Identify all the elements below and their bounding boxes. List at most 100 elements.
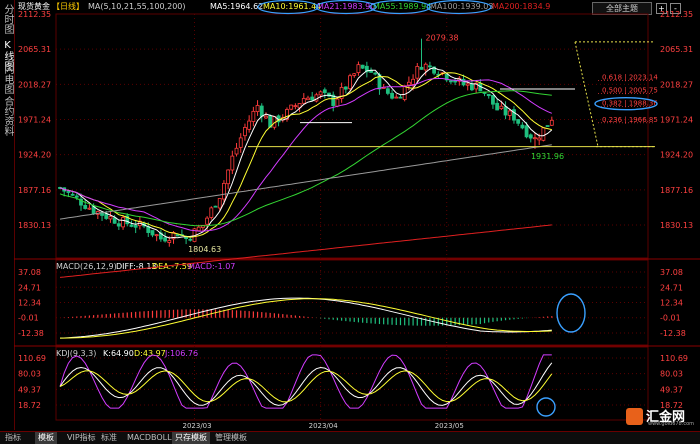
candle-down — [259, 105, 264, 117]
fib-level-label: 0.236 | 1966.85 — [602, 116, 658, 124]
price-axis-label-right: 1830.13 — [660, 221, 693, 230]
price-axis-label-left: 2065.31 — [18, 45, 51, 54]
kline-window: 分时图 K线图 闪电图 合约资料 现货黄金 【日线】 MA(5,10,21,55… — [0, 0, 700, 444]
macd-axis-label-right: -0.01 — [660, 314, 681, 323]
chart-canvas[interactable]: 0.618 | 2023.14 0.500 | 2005.75 0.382 | 19… — [0, 0, 700, 431]
kdj-axis-label-left: 18.72 — [18, 401, 41, 410]
candle-up — [541, 127, 546, 141]
candle-down — [427, 65, 432, 68]
candle-down — [516, 119, 521, 124]
candle-up — [465, 83, 470, 86]
recent-low-label: 1931.96 — [531, 152, 564, 161]
candle-down — [524, 125, 529, 138]
candle-up — [205, 217, 210, 225]
candle-up — [264, 115, 268, 119]
price-axis-label-left: 2018.27 — [18, 80, 51, 89]
candle-down — [545, 125, 550, 127]
candle-down — [486, 93, 491, 97]
candle-up — [549, 119, 554, 126]
tab-boll[interactable]: BOLL — [148, 432, 175, 444]
time-axis-label: 2023/05 — [435, 422, 464, 430]
candle-up — [415, 66, 420, 79]
candle-down — [390, 92, 394, 99]
macd-axis-label-right: 24.71 — [660, 283, 683, 292]
ma-highlight-ellipse — [426, 0, 492, 15]
ma100-line — [59, 144, 552, 220]
candle-up — [301, 98, 306, 104]
macd-diff-line — [59, 297, 552, 339]
candle-up — [108, 216, 113, 220]
candle-up — [289, 104, 294, 110]
macd-layer — [59, 293, 586, 339]
candle-up — [196, 226, 201, 232]
tab-save-template[interactable]: 只存模板 — [172, 432, 210, 444]
candle-down — [419, 66, 424, 70]
kdj-layer — [59, 354, 556, 417]
price-axis-label-right: 1971.24 — [660, 116, 693, 125]
price-axis-label-left: 1830.13 — [18, 221, 51, 230]
candle-down — [398, 96, 403, 99]
kdj-axis-label-left: 110.69 — [18, 354, 46, 363]
candle-up — [306, 97, 310, 101]
macd-axis-label-left: -0.01 — [18, 314, 39, 323]
macd-dea-line — [60, 298, 552, 339]
candle-up — [217, 198, 222, 209]
candle-up — [402, 85, 407, 100]
fib-level-label: 0.500 | 2005.75 — [602, 87, 658, 95]
candle-down — [66, 191, 71, 193]
candle-down — [503, 106, 508, 116]
tab-manage-template[interactable]: 管理模板 — [212, 432, 250, 444]
fib-level-label: 0.618 | 2023.14 — [602, 74, 658, 82]
ma200-line — [59, 224, 552, 278]
fib-level-label: 0.382 | 1988.36 — [602, 100, 658, 108]
kdj-axis-label-right: 18.72 — [660, 401, 683, 410]
candle-down — [213, 205, 218, 208]
tab-vip-indicator[interactable]: VIP指标 — [64, 432, 99, 444]
ma-highlight-ellipse — [315, 0, 377, 15]
kdj-axis-label-right: 110.69 — [660, 354, 688, 363]
price-axis-label-left: 1924.20 — [18, 151, 51, 160]
candle-down — [133, 224, 138, 228]
candle-up — [335, 98, 340, 107]
kdj-highlight-ellipse — [536, 397, 556, 417]
kdj-axis-label-left: 80.03 — [18, 370, 41, 379]
tab-template[interactable]: 模板 — [35, 432, 57, 444]
candle-down — [461, 78, 466, 86]
candle-down — [373, 72, 378, 75]
price-axis-label-left: 2112.35 — [18, 10, 51, 19]
macd-axis-label-right: 37.08 — [660, 268, 683, 277]
candle-down — [150, 230, 155, 236]
panel-frame — [55, 13, 649, 259]
price-axis-label-left: 1877.16 — [18, 186, 51, 195]
candle-down — [449, 80, 453, 83]
grid-layer — [14, 13, 700, 421]
candle-up — [394, 96, 399, 99]
candle-down — [112, 217, 117, 224]
candle-up — [167, 240, 172, 243]
candle-up — [255, 105, 260, 113]
tab-standard[interactable]: 标准 — [98, 432, 120, 444]
candle-up — [293, 105, 298, 108]
candle-up — [318, 91, 323, 96]
candle-up — [247, 120, 252, 130]
time-axis-label: 2023/04 — [309, 422, 339, 430]
candle-up — [243, 127, 247, 137]
price-axis-label-right: 1924.20 — [660, 151, 693, 160]
macd-axis-label-left: 24.71 — [18, 283, 41, 292]
candle-up — [411, 78, 415, 85]
candle-up — [222, 182, 226, 200]
kdj-axis-label-left: 49.37 — [18, 385, 41, 394]
candle-down — [360, 64, 365, 69]
candle-down — [83, 204, 88, 209]
candle-down — [520, 124, 525, 129]
kdj-axis-label-right: 80.03 — [660, 370, 683, 379]
candle-up — [533, 137, 537, 140]
candle-down — [188, 238, 193, 241]
tab-indicator[interactable]: 指标 — [2, 432, 24, 444]
candle-down — [129, 224, 134, 227]
low-price-label: 1804.63 — [188, 245, 221, 254]
candle-down — [70, 193, 75, 196]
candle-up — [348, 75, 352, 90]
candle-up — [154, 234, 159, 237]
ma-highlight-ellipse — [257, 0, 319, 15]
